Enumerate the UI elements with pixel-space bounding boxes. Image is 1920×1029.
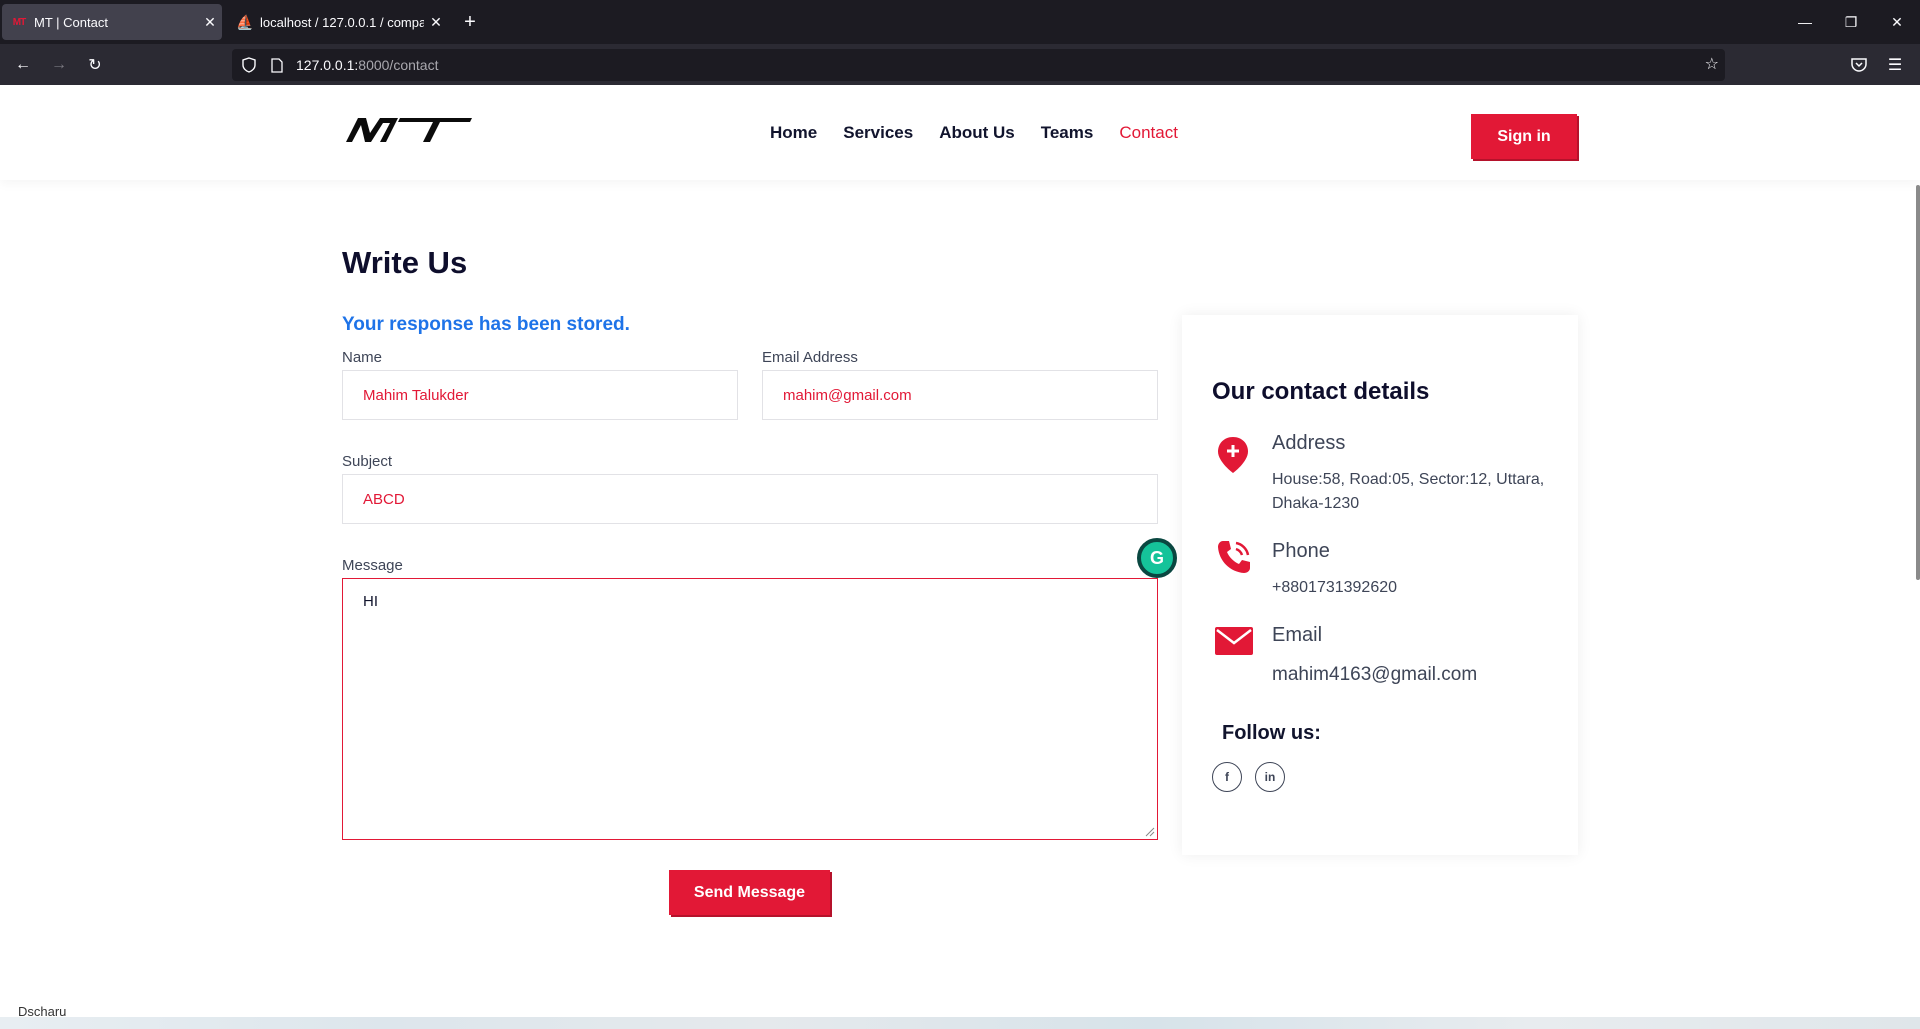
- success-message: Your response has been stored.: [342, 314, 630, 335]
- envelope-icon: [1215, 627, 1253, 655]
- address-bar[interactable]: 127.0.0.1:8000/contact ☆: [232, 49, 1725, 81]
- location-pin-icon: [1218, 437, 1248, 473]
- contact-details-card: Our contact details Address House:58, Ro…: [1182, 315, 1578, 855]
- browser-nav-bar: ← → ↻ 127.0.0.1:8000/contact ☆ ☰: [0, 44, 1920, 85]
- address-title: Address: [1272, 432, 1346, 454]
- name-label: Name: [342, 349, 383, 366]
- menu-home[interactable]: Home: [770, 123, 817, 143]
- page-title: Write Us: [342, 245, 468, 280]
- tab-title: MT | Contact: [34, 14, 108, 30]
- tab-title: localhost / 127.0.0.1 / company: [260, 14, 424, 30]
- main-menu: Home Services About Us Teams Contact: [770, 123, 1204, 143]
- resize-handle-icon[interactable]: [1143, 825, 1155, 837]
- message-label: Message: [342, 557, 403, 574]
- menu-services[interactable]: Services: [843, 123, 913, 143]
- phpmyadmin-favicon-icon: ⛵: [236, 13, 254, 30]
- phone-title: Phone: [1272, 540, 1330, 562]
- grammarly-icon[interactable]: G: [1137, 538, 1177, 578]
- web-page: Home Services About Us Teams Contact Sig…: [0, 85, 1920, 1029]
- menu-contact[interactable]: Contact: [1119, 123, 1178, 143]
- mt-logo[interactable]: [346, 115, 472, 145]
- phone-text: +8801731392620: [1272, 579, 1398, 596]
- mt-favicon-icon: MT: [12, 16, 26, 28]
- email-text[interactable]: mahim4163@gmail.com: [1272, 663, 1477, 687]
- phone-icon: [1218, 541, 1250, 573]
- contact-heading: Our contact details: [1212, 378, 1430, 405]
- page-scrollbar[interactable]: [1916, 185, 1920, 580]
- minimize-icon[interactable]: —: [1782, 0, 1828, 44]
- page-icon: [266, 54, 288, 76]
- facebook-icon[interactable]: f: [1212, 762, 1242, 792]
- subject-label: Subject: [342, 453, 393, 470]
- menu-teams[interactable]: Teams: [1041, 123, 1094, 143]
- message-text: HI: [363, 593, 378, 610]
- browser-tab-bar: MT MT | Contact ✕ ⛵ localhost / 127.0.0.…: [0, 0, 1920, 44]
- address-text: House:58, Road:05, Sector:12, Uttara, Dh…: [1272, 471, 1545, 512]
- shield-icon[interactable]: [238, 54, 260, 76]
- email-title: Email: [1272, 624, 1323, 646]
- email-field[interactable]: mahim@gmail.com: [762, 370, 1158, 420]
- bookmark-star-icon[interactable]: ☆: [1705, 54, 1719, 74]
- close-tab-icon[interactable]: ✕: [424, 14, 448, 31]
- embedded-map[interactable]: [0, 1017, 1920, 1029]
- send-message-button[interactable]: Send Message: [669, 870, 830, 915]
- back-icon[interactable]: ←: [8, 50, 38, 80]
- follow-us-label: Follow us:: [1222, 722, 1321, 744]
- close-window-icon[interactable]: ✕: [1874, 0, 1920, 44]
- menu-about-us[interactable]: About Us: [939, 123, 1015, 143]
- tab-contact[interactable]: MT MT | Contact ✕: [2, 4, 222, 40]
- tab-phpmyadmin[interactable]: ⛵ localhost / 127.0.0.1 / company ✕: [228, 4, 448, 40]
- reload-icon[interactable]: ↻: [80, 50, 110, 80]
- name-field[interactable]: Mahim Talukder: [342, 370, 738, 420]
- email-label: Email Address: [762, 349, 858, 366]
- menu-hamburger-icon[interactable]: ☰: [1880, 50, 1910, 80]
- pocket-icon[interactable]: [1844, 50, 1874, 80]
- subject-field[interactable]: ABCD: [342, 474, 1158, 524]
- new-tab-icon[interactable]: +: [457, 8, 483, 36]
- sign-in-button[interactable]: Sign in: [1471, 114, 1577, 159]
- linkedin-icon[interactable]: in: [1255, 762, 1285, 792]
- forward-icon[interactable]: →: [44, 50, 74, 80]
- close-tab-icon[interactable]: ✕: [198, 14, 222, 31]
- message-textarea[interactable]: HI: [342, 578, 1158, 840]
- restore-icon[interactable]: ❐: [1828, 0, 1874, 44]
- url-text: 127.0.0.1:8000/contact: [296, 57, 439, 73]
- site-header: Home Services About Us Teams Contact Sig…: [0, 85, 1920, 180]
